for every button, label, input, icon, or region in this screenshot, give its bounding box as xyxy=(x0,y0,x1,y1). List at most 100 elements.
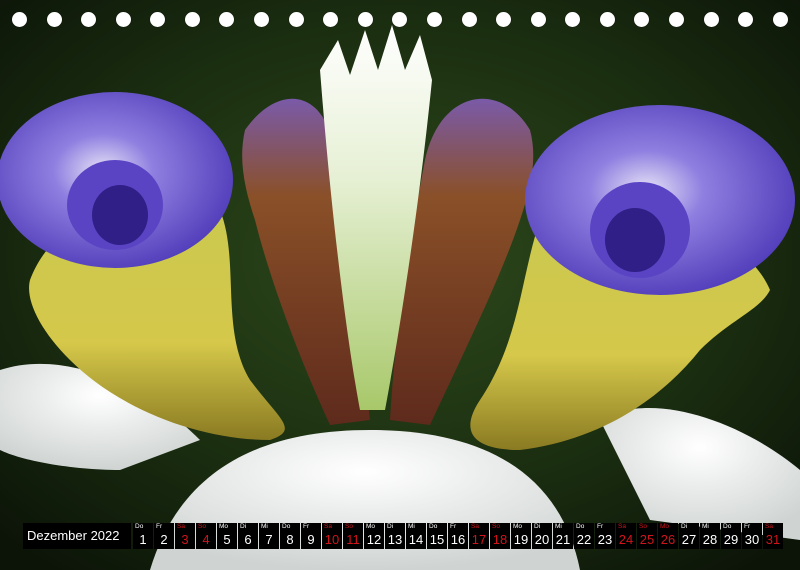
day-cell: Mi 7 xyxy=(259,523,279,549)
day-number: 4 xyxy=(202,532,210,547)
day-cell: Sa 31 xyxy=(763,523,783,549)
day-number: 17 xyxy=(471,532,487,547)
day-cell: Do 29 xyxy=(721,523,741,549)
day-number: 14 xyxy=(408,532,424,547)
day-cell: Di 6 xyxy=(238,523,258,549)
weekday-label: Mo xyxy=(513,523,523,530)
day-number: 7 xyxy=(265,532,273,547)
day-number: 25 xyxy=(639,532,655,547)
day-cell: Di 13 xyxy=(385,523,405,549)
weekday-label: Mo xyxy=(660,523,670,530)
weekday-label: Do xyxy=(135,523,144,530)
day-number: 23 xyxy=(597,532,613,547)
spiral-binding xyxy=(12,10,788,28)
binding-hole xyxy=(357,11,373,27)
day-number: 26 xyxy=(660,532,676,547)
day-number: 27 xyxy=(681,532,697,547)
day-number: 22 xyxy=(576,532,592,547)
day-cell: Sa 10 xyxy=(322,523,342,549)
binding-hole xyxy=(461,11,477,27)
binding-hole xyxy=(634,11,650,27)
day-number: 1 xyxy=(139,532,147,547)
month-label: Dezember 2022 xyxy=(23,523,131,549)
day-cell: Di 27 xyxy=(679,523,699,549)
day-number: 30 xyxy=(744,532,760,547)
weekday-label: Do xyxy=(576,523,585,530)
day-number: 6 xyxy=(244,532,252,547)
binding-hole xyxy=(496,11,512,27)
binding-hole xyxy=(219,11,235,27)
day-cell: Mo 12 xyxy=(364,523,384,549)
day-number: 18 xyxy=(492,532,508,547)
day-cell: Do 22 xyxy=(574,523,594,549)
day-cell: Fr 23 xyxy=(595,523,615,549)
weekday-label: Do xyxy=(723,523,732,530)
day-number: 31 xyxy=(765,532,781,547)
day-cell: So 25 xyxy=(637,523,657,549)
day-cell: Fr 30 xyxy=(742,523,762,549)
weekday-label: Sa xyxy=(324,523,332,530)
binding-hole xyxy=(772,11,788,27)
day-cell: Mi 28 xyxy=(700,523,720,549)
binding-hole xyxy=(184,11,200,27)
binding-hole xyxy=(426,11,442,27)
day-number: 21 xyxy=(555,532,571,547)
weekday-label: Di xyxy=(240,523,247,530)
day-cell: Mo 19 xyxy=(511,523,531,549)
day-number: 20 xyxy=(534,532,550,547)
day-number: 2 xyxy=(160,532,168,547)
binding-hole xyxy=(12,11,27,27)
day-cell: Mi 21 xyxy=(553,523,573,549)
day-number: 19 xyxy=(513,532,529,547)
weekday-label: Di xyxy=(387,523,394,530)
weekday-label: Sa xyxy=(618,523,626,530)
day-cell: Mo 26 xyxy=(658,523,678,549)
weekday-label: So xyxy=(639,523,647,530)
day-cell: Do 15 xyxy=(427,523,447,549)
weekday-label: Fr xyxy=(597,523,604,530)
day-cell: So 4 xyxy=(196,523,216,549)
binding-hole xyxy=(530,11,546,27)
weekday-label: Fr xyxy=(303,523,310,530)
day-number: 24 xyxy=(618,532,634,547)
day-cell: Do 8 xyxy=(280,523,300,549)
weekday-label: Mi xyxy=(702,523,709,530)
weekday-label: Mo xyxy=(366,523,376,530)
calendar-strip: Dezember 2022 Do 1 Fr 2 Sa 3 So 4 Mo 5 Di 6 Mi 7 Do 8 Fr… xyxy=(23,523,783,549)
day-number: 28 xyxy=(702,532,718,547)
binding-hole xyxy=(668,11,684,27)
day-cell: Sa 17 xyxy=(469,523,489,549)
day-cell: Di 20 xyxy=(532,523,552,549)
weekday-label: Fr xyxy=(156,523,163,530)
weekday-label: Mi xyxy=(555,523,562,530)
weekday-label: Fr xyxy=(744,523,751,530)
weekday-label: So xyxy=(345,523,353,530)
day-list: Do 1 Fr 2 Sa 3 So 4 Mo 5 Di 6 Mi 7 Do 8 Fr 9 Sa 10 So 11 Mo 12 D… xyxy=(133,523,783,549)
day-number: 8 xyxy=(286,532,294,547)
weekday-label: Di xyxy=(681,523,688,530)
day-cell: So 18 xyxy=(490,523,510,549)
weekday-label: Sa xyxy=(765,523,773,530)
day-number: 29 xyxy=(723,532,739,547)
binding-hole xyxy=(288,11,304,27)
weekday-label: Mi xyxy=(408,523,415,530)
binding-hole xyxy=(599,11,615,27)
day-number: 11 xyxy=(346,532,360,547)
day-cell: Sa 24 xyxy=(616,523,636,549)
day-number: 15 xyxy=(429,532,445,547)
day-number: 16 xyxy=(450,532,466,547)
binding-hole xyxy=(81,11,97,27)
binding-hole xyxy=(323,11,339,27)
day-cell: So 11 xyxy=(343,523,363,549)
binding-hole xyxy=(46,11,62,27)
day-cell: Sa 3 xyxy=(175,523,195,549)
weekday-label: Do xyxy=(429,523,438,530)
weekday-label: Di xyxy=(534,523,541,530)
day-number: 3 xyxy=(181,532,189,547)
binding-hole xyxy=(703,11,719,27)
weekday-label: Fr xyxy=(450,523,457,530)
weekday-label: Sa xyxy=(471,523,479,530)
weekday-label: Mi xyxy=(261,523,268,530)
day-number: 5 xyxy=(223,532,231,547)
day-cell: Mo 5 xyxy=(217,523,237,549)
